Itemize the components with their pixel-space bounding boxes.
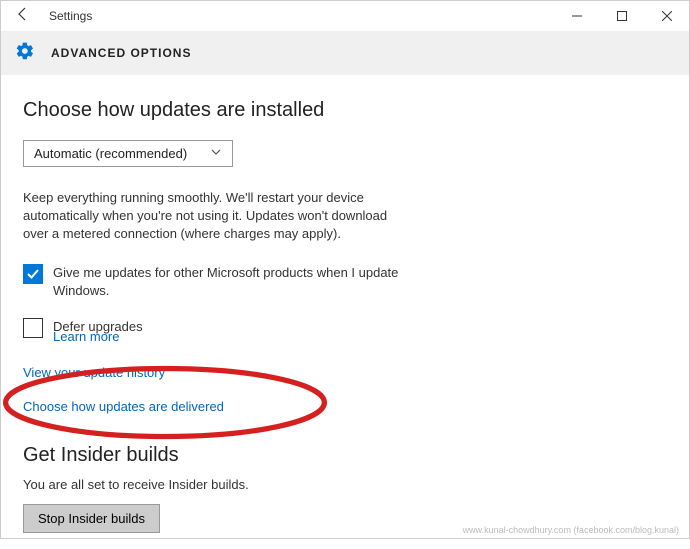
page-header: ADVANCED OPTIONS	[1, 31, 689, 75]
dropdown-value: Automatic (recommended)	[34, 146, 187, 161]
minimize-button[interactable]	[554, 1, 599, 31]
back-button[interactable]	[15, 6, 31, 27]
update-description: Keep everything running smoothly. We'll …	[23, 189, 393, 244]
section-heading-updates: Choose how updates are installed	[23, 99, 667, 122]
checkbox-defer-upgrades[interactable]	[23, 318, 43, 338]
main-content: Choose how updates are installed Automat…	[1, 75, 689, 549]
page-title: ADVANCED OPTIONS	[51, 46, 191, 60]
view-update-history-link[interactable]: View your update history	[23, 365, 165, 380]
learn-more-link[interactable]: Learn more	[53, 329, 119, 344]
checkbox-other-products-label: Give me updates for other Microsoft prod…	[53, 264, 403, 300]
settings-gear-icon	[15, 41, 35, 66]
window-controls	[554, 1, 689, 31]
maximize-button[interactable]	[599, 1, 644, 31]
insider-status-text: You are all set to receive Insider build…	[23, 477, 667, 492]
titlebar: Settings	[1, 1, 689, 31]
checkbox-row-other-products: Give me updates for other Microsoft prod…	[23, 264, 667, 300]
insider-section: Get Insider builds You are all set to re…	[23, 444, 667, 533]
window-title: Settings	[49, 9, 92, 23]
stop-insider-button[interactable]: Stop Insider builds	[23, 504, 160, 533]
watermark-text: www.kunal-chowdhury.com (facebook.com/bl…	[463, 525, 679, 535]
checkbox-other-products[interactable]	[23, 264, 43, 284]
update-mode-dropdown[interactable]: Automatic (recommended)	[23, 140, 233, 167]
close-button[interactable]	[644, 1, 689, 31]
chevron-down-icon	[210, 146, 222, 161]
choose-delivery-link[interactable]: Choose how updates are delivered	[23, 399, 224, 414]
section-heading-insider: Get Insider builds	[23, 444, 667, 467]
